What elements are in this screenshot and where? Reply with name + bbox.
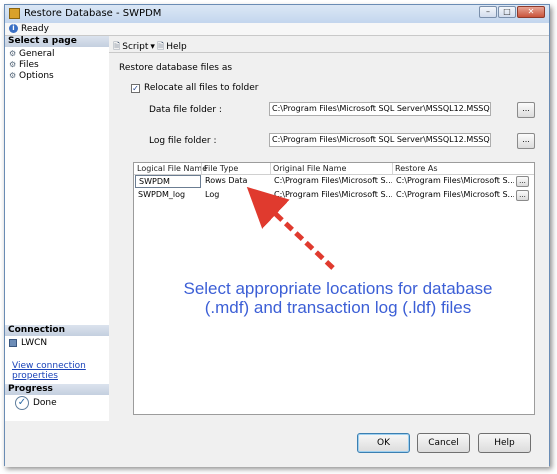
database-icon	[9, 8, 20, 19]
log-folder-field[interactable]: C:\Program Files\Microsoft SQL Server\MS…	[269, 133, 491, 147]
window-controls: – □ ✕	[479, 6, 545, 18]
script-label: Script	[122, 42, 149, 52]
relocate-checkbox[interactable]: ✓	[131, 83, 140, 93]
left-pane: Select a page ⚙ General ⚙ Files ⚙ Option…	[5, 36, 110, 421]
progress-status: Done	[33, 398, 57, 408]
progress-done-icon: ✓	[15, 396, 29, 410]
page-item-general[interactable]: ⚙ General	[9, 49, 54, 59]
page-wrench-icon: ⚙	[9, 60, 17, 69]
minimize-button[interactable]: –	[479, 6, 497, 18]
status-bar: i Ready	[5, 23, 549, 36]
help-toolbar-label: Help	[166, 42, 187, 52]
annotation-line: (.mdf) and transaction log (.ldf) files	[204, 298, 472, 317]
progress-header: Progress	[5, 384, 109, 395]
maximize-button[interactable]: □	[498, 6, 516, 18]
original-file-cell: C:\Program Files\Microsoft S...	[274, 176, 392, 185]
column-header[interactable]: Restore As	[395, 164, 438, 173]
help-button[interactable]: Help	[478, 433, 531, 453]
column-divider	[201, 163, 202, 174]
page-item-label: Files	[19, 60, 39, 70]
cancel-button[interactable]: Cancel	[417, 433, 470, 453]
arrow-line	[246, 186, 335, 270]
file-type-cell: Rows Data	[205, 176, 248, 185]
page-wrench-icon: ⚙	[9, 49, 17, 58]
column-divider	[270, 163, 271, 174]
restore-as-browse-button[interactable]: ...	[516, 176, 529, 187]
connection-header: Connection	[5, 325, 109, 336]
connection-item: LWCN	[9, 338, 47, 348]
window-title: Restore Database - SWPDM	[24, 8, 162, 19]
annotation-text: Select appropriate locations for databas…	[153, 279, 523, 317]
page-item-label: General	[19, 49, 55, 59]
chevron-down-icon: ▾	[150, 42, 155, 52]
page-item-label: Options	[19, 71, 54, 81]
column-header[interactable]: Original File Name	[273, 164, 346, 173]
view-connection-link[interactable]: View connection	[12, 361, 86, 371]
restore-files-group-label: Restore database files as	[119, 63, 233, 73]
grid-header: Logical File Name File Type Original Fil…	[134, 163, 534, 175]
title-bar: Restore Database - SWPDM – □ ✕	[5, 5, 549, 24]
annotation-arrow	[246, 186, 335, 270]
page-item-files[interactable]: ⚙ Files	[9, 60, 39, 70]
connection-name: LWCN	[21, 338, 48, 348]
column-divider	[392, 163, 393, 174]
restore-as-cell[interactable]: C:\Program Files\Microsoft S...	[393, 175, 514, 188]
server-icon	[9, 339, 17, 347]
close-button[interactable]: ✕	[517, 6, 545, 18]
column-header[interactable]: Logical File Name	[137, 164, 207, 173]
relocate-checkbox-row[interactable]: ✓ Relocate all files to folder	[131, 83, 258, 93]
select-page-header: Select a page	[5, 36, 109, 47]
restore-as-cell[interactable]: C:\Program Files\Microsoft S...	[393, 189, 514, 202]
info-icon: i	[9, 24, 18, 33]
data-folder-label: Data file folder :	[149, 105, 222, 115]
log-folder-label: Log file folder :	[149, 136, 217, 146]
logical-name-cell[interactable]: SWPDM_log	[135, 189, 201, 202]
ok-button[interactable]: OK	[357, 433, 410, 453]
column-header[interactable]: File Type	[204, 164, 238, 173]
view-connection-link-line2[interactable]: properties	[12, 371, 58, 381]
page-wrench-icon: ⚙	[9, 71, 17, 80]
status-text: Ready	[21, 24, 49, 34]
restore-database-window: Restore Database - SWPDM – □ ✕ i Ready S…	[4, 4, 550, 467]
restore-as-browse-button[interactable]: ...	[516, 190, 529, 201]
log-folder-browse-button[interactable]: ...	[517, 133, 535, 149]
table-row[interactable]: SWPDM Rows Data C:\Program Files\Microso…	[134, 175, 534, 188]
annotation-line: Select appropriate locations for databas…	[183, 279, 493, 298]
data-folder-browse-button[interactable]: ...	[517, 102, 535, 118]
data-folder-field[interactable]: C:\Program Files\Microsoft SQL Server\MS…	[269, 102, 491, 116]
toolbar-divider	[109, 52, 549, 53]
button-bar: OK Cancel Help	[5, 421, 549, 467]
page-item-options[interactable]: ⚙ Options	[9, 71, 54, 81]
relocate-checkbox-label: Relocate all files to folder	[144, 83, 259, 93]
toolbar: 🗎 Script ▾ 🗎 Help	[109, 36, 549, 52]
logical-name-cell[interactable]: SWPDM	[135, 175, 201, 188]
